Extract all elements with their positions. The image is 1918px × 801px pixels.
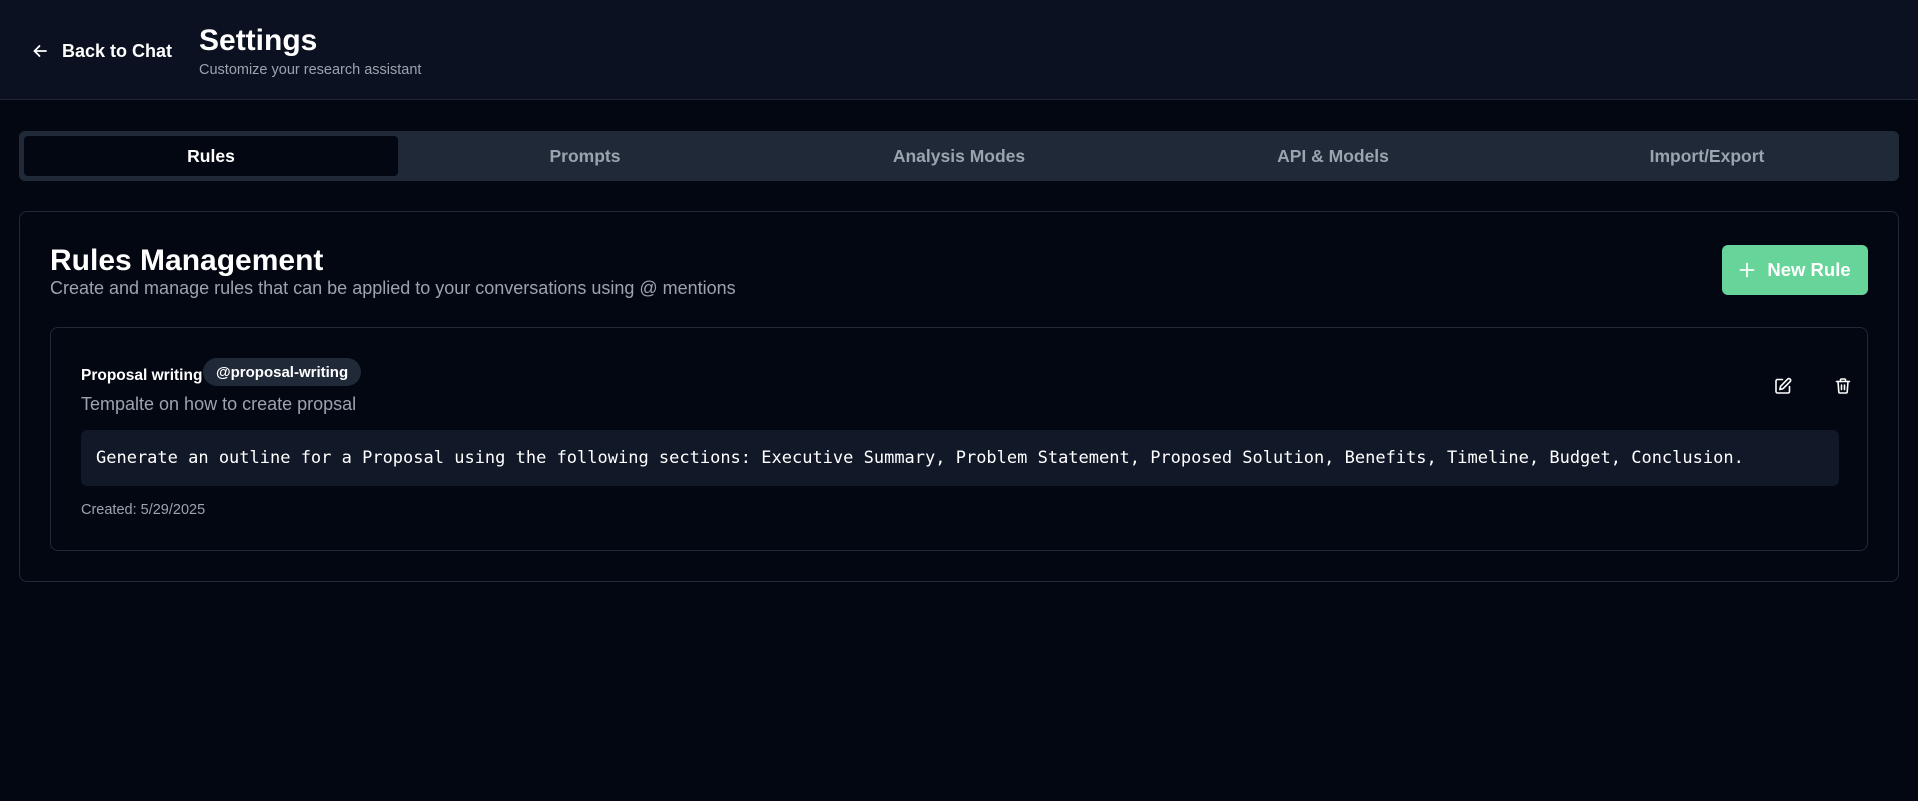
edit-icon <box>1775 377 1792 394</box>
page-subtitle: Customize your research assistant <box>199 62 422 78</box>
rules-panel-description: Create and manage rules that can be appl… <box>50 278 736 298</box>
rule-content-block: Generate an outline for a Proposal using… <box>81 430 1839 486</box>
rules-panel-title: Rules Management <box>50 244 324 277</box>
settings-header: Back to Chat Settings Customize your res… <box>0 0 1918 100</box>
trash-icon <box>1835 378 1851 394</box>
tab-prompts[interactable]: Prompts <box>398 136 772 176</box>
settings-tabs: Rules Prompts Analysis Modes API & Model… <box>19 131 1899 181</box>
title-block: Settings Customize your research assista… <box>199 22 421 79</box>
rule-mention-tag: @proposal-writing <box>203 358 362 386</box>
page-title: Settings <box>199 24 318 57</box>
delete-rule-button[interactable] <box>1823 366 1863 406</box>
arrow-left-icon <box>33 45 47 57</box>
new-rule-label: New Rule <box>1767 259 1851 280</box>
rule-created-date: Created: 5/29/2025 <box>81 502 206 518</box>
back-to-chat-button[interactable]: Back to Chat <box>32 38 172 64</box>
tab-import-export[interactable]: Import/Export <box>1520 136 1894 176</box>
tab-analysis-modes[interactable]: Analysis Modes <box>772 136 1146 176</box>
rule-description: Tempalte on how to create propsal <box>81 394 357 414</box>
back-to-chat-label: Back to Chat <box>62 40 173 61</box>
rules-management-panel: Rules Management Create and manage rules… <box>19 211 1899 582</box>
tab-rules[interactable]: Rules <box>24 136 398 176</box>
rule-card: Proposal writing @proposal-writing Tempa… <box>50 327 1868 551</box>
tab-api-models[interactable]: API & Models <box>1146 136 1520 176</box>
plus-icon <box>1739 262 1755 278</box>
edit-rule-button[interactable] <box>1763 366 1803 406</box>
rule-name: Proposal writing <box>81 367 203 384</box>
new-rule-button[interactable]: New Rule <box>1722 245 1868 295</box>
